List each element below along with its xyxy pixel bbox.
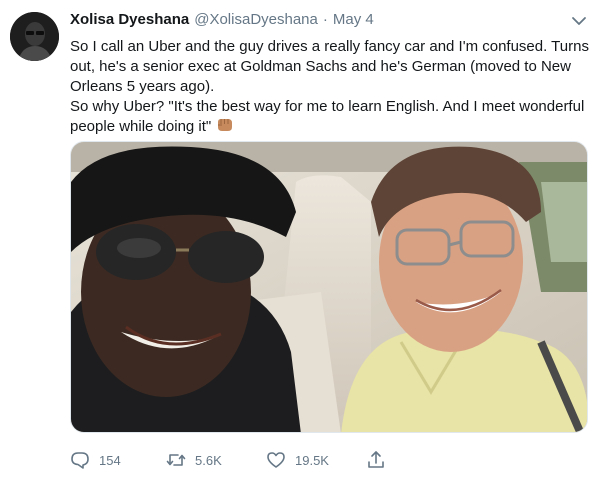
reply-count: 154 [99,452,121,468]
display-name[interactable]: Xolisa Dyeshana [70,11,189,28]
tweet-date[interactable]: May 4 [333,11,374,28]
chevron-down-icon[interactable] [571,14,587,26]
reply-button[interactable]: 154 [70,448,121,472]
like-button[interactable]: 19.5K [266,448,329,472]
tweet-header: Xolisa Dyeshana @XolisaDyeshana · May 4 [70,11,374,31]
retweet-icon [166,450,186,470]
tweet-text-line: So why Uber? "It's the best way for me t… [70,97,590,139]
share-icon [366,450,386,470]
tweet-text-line-2: So why Uber? "It's the best way for me t… [70,98,585,135]
tweet[interactable]: Xolisa Dyeshana @XolisaDyeshana · May 4 … [0,0,596,484]
tweet-text-line: So I call an Uber and the guy drives a r… [70,38,589,95]
separator-dot: · [322,11,328,28]
avatar[interactable] [10,12,59,61]
retweet-count: 5.6K [195,452,222,468]
share-button[interactable] [366,448,386,472]
tweet-text: So I call an Uber and the guy drives a r… [70,37,590,139]
selfie-photo [71,142,587,432]
reply-icon [70,450,90,470]
fisted-hand-emoji-icon [215,117,235,139]
user-handle[interactable]: @XolisaDyeshana [194,11,318,28]
like-count: 19.5K [295,452,329,468]
retweet-button[interactable]: 5.6K [166,448,222,472]
heart-icon [266,450,286,470]
avatar-image [10,12,59,61]
tweet-photo[interactable] [70,141,588,433]
tweet-actions: 154 5.6K 19.5K [70,448,590,472]
